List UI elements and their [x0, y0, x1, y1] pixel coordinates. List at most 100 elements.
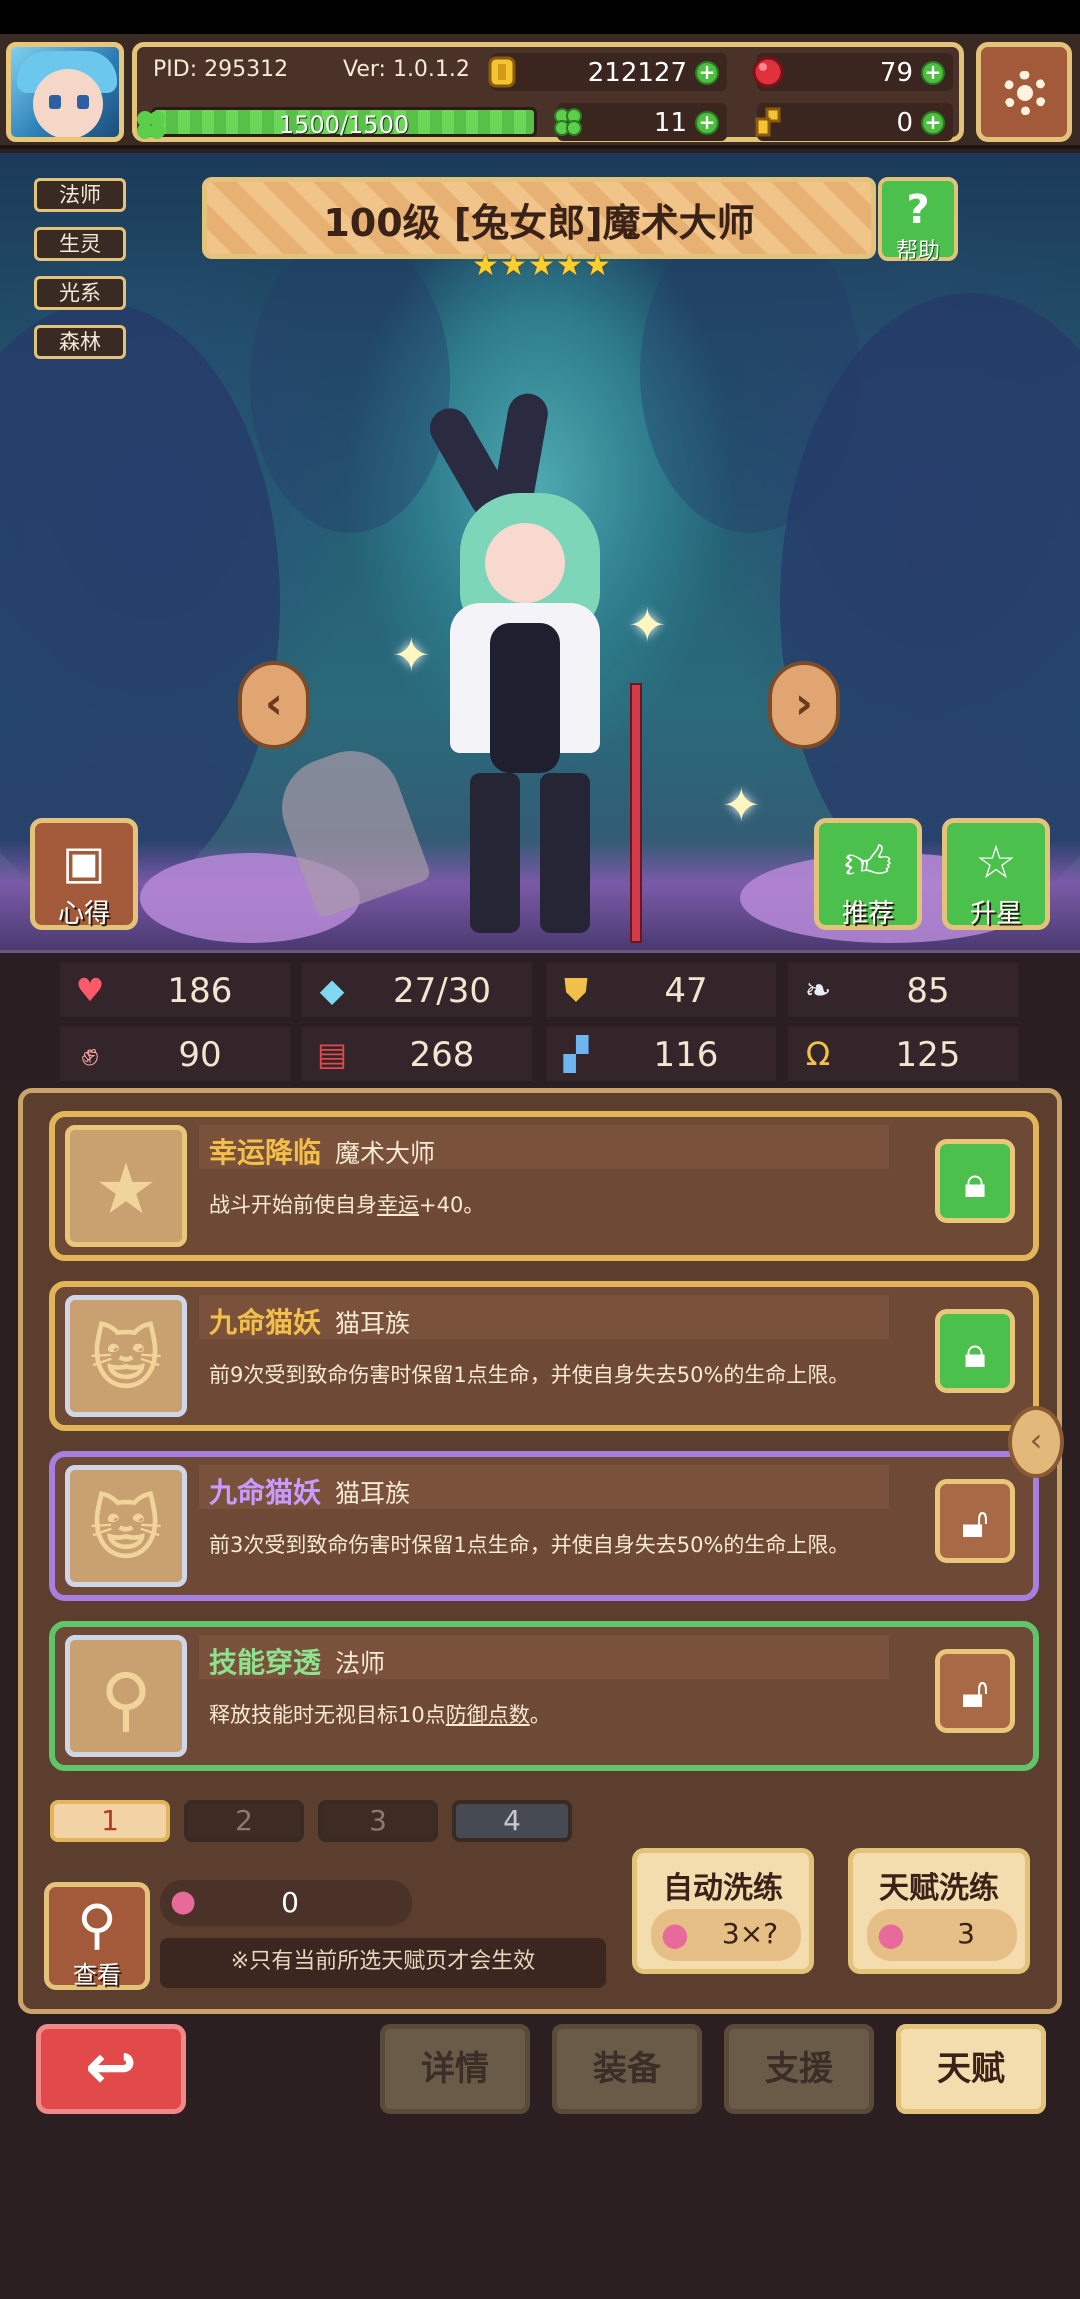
fruit-counter: ● 0: [160, 1880, 412, 1926]
next-character-button[interactable]: ›: [768, 661, 840, 749]
wing-icon: ❧: [804, 971, 832, 1009]
stat-value: 186: [167, 971, 233, 1011]
page-tab-4[interactable]: 4: [452, 1800, 572, 1842]
stat-value: 90: [178, 1035, 222, 1075]
back-button[interactable]: ↩: [36, 2024, 186, 2114]
ruby-icon: [752, 56, 784, 88]
tab-talent[interactable]: 天赋: [896, 2024, 1046, 2114]
tab-equipment[interactable]: 装备: [552, 2024, 702, 2114]
add-gold-button[interactable]: +: [695, 61, 719, 85]
page-tab-1[interactable]: 1: [50, 1800, 170, 1842]
lock-toggle[interactable]: 🔓︎: [935, 1649, 1015, 1733]
talent-name: 九命猫妖: [209, 1476, 322, 1509]
settings-button[interactable]: [976, 42, 1072, 142]
talent-slot-3[interactable]: 😺︎ 九命猫妖 猫耳族 前3次受到致命伤害时保留1点生命，并使自身失去50%的生…: [49, 1451, 1039, 1601]
player-avatar[interactable]: [6, 42, 124, 142]
prev-character-button[interactable]: ‹: [238, 661, 310, 749]
tag-habitat[interactable]: 森林: [34, 325, 126, 359]
chevron-left-icon: ‹: [264, 678, 284, 729]
stat-agility: ▞ 116: [546, 1027, 776, 1081]
tab-details[interactable]: 详情: [380, 2024, 530, 2114]
clover-icon: [554, 108, 582, 136]
insight-button[interactable]: ▣ 心得: [30, 818, 138, 930]
stat-attack: ✊︎ 90: [60, 1027, 290, 1081]
scroll-icon: ▣: [62, 835, 106, 889]
add-key-button[interactable]: +: [921, 111, 945, 135]
talent-description: 前3次受到致命伤害时保留1点生命，并使自身失去50%的生命上限。: [209, 1533, 850, 1557]
talent-wash-button[interactable]: 天赋洗练 ● 3: [848, 1848, 1030, 1974]
chevron-right-icon: ›: [794, 678, 814, 729]
add-clover-button[interactable]: +: [695, 111, 719, 135]
clover-counter: 11 +: [554, 103, 727, 141]
cat-icon: 😺︎: [89, 1488, 163, 1570]
stat-mana: ◆ 27/30: [302, 963, 532, 1017]
insight-label: 心得: [57, 899, 110, 929]
talent-description: 前9次受到致命伤害时保留1点生命，并使自身失去50%的生命上限。: [209, 1363, 850, 1387]
talent-source: 法师: [335, 1649, 386, 1678]
lock-open-icon: 🔓︎: [961, 1498, 989, 1547]
talent-description: 战斗开始前使自身幸运+40。: [209, 1189, 484, 1219]
stat-speed: ❧ 85: [788, 963, 1018, 1017]
star-rating: ★ ★ ★ ★ ★: [472, 248, 611, 287]
mana-drop-icon: ◆: [319, 971, 345, 1009]
view-button[interactable]: ⚲ 查看: [44, 1882, 150, 1990]
stat-value: 268: [409, 1035, 475, 1075]
talent-slot-1[interactable]: ★ 幸运降临 魔术大师 战斗开始前使自身幸运+40。 🔒︎: [49, 1111, 1039, 1261]
horseshoe-icon: Ω: [805, 1035, 831, 1073]
talent-name: 幸运降临: [209, 1136, 322, 1169]
trait-tags: 法师 生灵 光系 森林: [34, 178, 126, 374]
recommend-button[interactable]: 👍︎ 推荐: [814, 818, 922, 930]
avatar-face: [33, 69, 103, 137]
lock-toggle[interactable]: 🔓︎: [935, 1479, 1015, 1563]
help-button[interactable]: ? 帮助: [878, 177, 958, 264]
talent-header: 九命猫妖 猫耳族: [199, 1465, 889, 1509]
character-leg: [540, 773, 590, 933]
page-tab-2[interactable]: 2: [184, 1800, 304, 1842]
player-id: PID: 295312: [153, 57, 289, 82]
top-hud: PID: 295312 Ver: 1.0.1.2 212127 + 79 + 1…: [0, 34, 1080, 149]
chevron-left-icon: ‹: [1029, 1421, 1043, 1459]
add-gem-button[interactable]: +: [921, 61, 945, 85]
tab-support[interactable]: 支援: [724, 2024, 874, 2114]
sparkle-icon: ✦: [722, 778, 761, 832]
talent-icon: 😺︎: [65, 1295, 187, 1417]
tag-race[interactable]: 生灵: [34, 227, 126, 261]
lock-toggle[interactable]: 🔒︎: [935, 1309, 1015, 1393]
stat-value: 47: [664, 971, 708, 1011]
star-up-button[interactable]: ☆ 升星: [942, 818, 1050, 930]
talent-description: 释放技能时无视目标10点防御点数。: [209, 1699, 551, 1729]
side-expand-button[interactable]: ‹: [1008, 1406, 1064, 1478]
talent-slot-4[interactable]: ⚲ 技能穿透 法师 释放技能时无视目标10点防御点数。 🔓︎: [49, 1621, 1039, 1771]
stat-luck: Ω 125: [788, 1027, 1018, 1081]
gem-value: 79: [879, 58, 913, 88]
desc-text: 释放技能时无视目标10点: [209, 1703, 446, 1727]
desc-keyword-link[interactable]: 防御点数: [446, 1703, 530, 1727]
attribute-stats: ♥ 186 ◆ 27/30 ⛊ 47 ❧ 85 ✊︎ 90 ▤ 268 ▞ 116 Ω 125: [0, 950, 1080, 1086]
rating-star-icon: ★: [528, 248, 555, 283]
tag-class[interactable]: 法师: [34, 178, 126, 212]
talent-header: 技能穿透 法师: [199, 1635, 889, 1679]
character-face: [485, 523, 565, 603]
desc-keyword-link[interactable]: 幸运: [377, 1193, 419, 1217]
fruit-icon: ●: [661, 1915, 689, 1953]
tree-trunk: [250, 233, 450, 533]
talent-wash-cost-value: 3: [957, 1917, 975, 1950]
star-icon: ☆: [975, 835, 1017, 889]
sparkle-icon: ✦: [392, 628, 431, 682]
version-label: Ver: 1.0.1.2: [343, 57, 470, 82]
tag-element[interactable]: 光系: [34, 276, 126, 310]
auto-wash-button[interactable]: 自动洗练 ● 3×?: [632, 1848, 814, 1974]
stat-value: 27/30: [393, 971, 491, 1011]
character-sprite[interactable]: [422, 390, 660, 943]
page-tab-3[interactable]: 3: [318, 1800, 438, 1842]
lock-toggle[interactable]: 🔒︎: [935, 1139, 1015, 1223]
talent-slot-2[interactable]: 😺︎ 九命猫妖 猫耳族 前9次受到致命伤害时保留1点生命，并使自身失去50%的生…: [49, 1281, 1039, 1431]
key-icon: [755, 107, 781, 137]
help-label: 帮助: [895, 239, 940, 264]
avatar-eye: [49, 95, 61, 109]
exp-bar: 1500/1500: [151, 107, 537, 139]
fruit-icon: ●: [170, 1884, 197, 1919]
clover-icon: [137, 111, 165, 139]
stat-magic: ▤ 268: [302, 1027, 532, 1081]
character-body: [490, 623, 560, 773]
